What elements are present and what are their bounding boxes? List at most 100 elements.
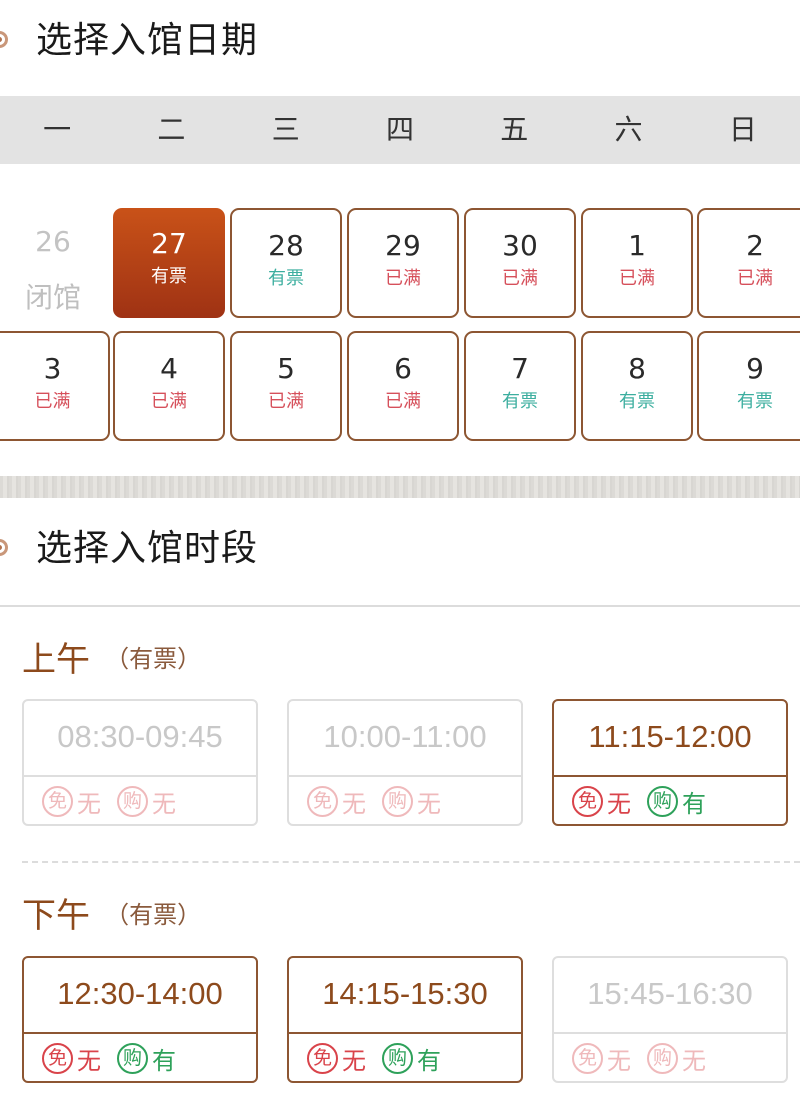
- free-ticket-value: 无: [342, 789, 366, 818]
- header-divider: [0, 605, 800, 607]
- date-status: 已满: [385, 268, 421, 289]
- date-number: 27: [151, 227, 187, 260]
- date-cell-30[interactable]: 30 已满: [464, 208, 576, 318]
- date-status: 已满: [151, 391, 187, 412]
- slot-divider: [289, 775, 521, 777]
- paid-ticket-icon: 购: [382, 1042, 413, 1074]
- free-ticket-value: 无: [77, 1046, 101, 1075]
- ornament-icon: [0, 539, 8, 556]
- paid-ticket-icon: 购: [117, 785, 148, 817]
- slot-quota: 免 无 购 无: [42, 783, 192, 819]
- date-cell-27-selected[interactable]: 27 有票: [113, 208, 225, 318]
- date-number: 3: [43, 352, 62, 385]
- free-ticket-icon: 免: [307, 1042, 338, 1074]
- morning-label: 上午 （有票）: [22, 632, 201, 682]
- date-status: 有票: [619, 391, 655, 412]
- time-slot-1115[interactable]: 11:15-12:00 免 无 购 有: [552, 699, 788, 826]
- date-status: 有票: [502, 391, 538, 412]
- free-ticket-value: 无: [77, 789, 101, 818]
- date-status: 已满: [385, 391, 421, 412]
- ornament-icon: [0, 31, 8, 48]
- slot-divider: [554, 1032, 786, 1034]
- time-slot-1415[interactable]: 14:15-15:30 免 无 购 有: [287, 956, 523, 1083]
- slot-divider: [554, 775, 786, 777]
- paid-ticket-value: 有: [682, 789, 706, 818]
- free-ticket-icon: 免: [42, 785, 73, 817]
- date-number: 29: [385, 229, 421, 262]
- period-divider: [22, 861, 800, 863]
- date-number: 2: [746, 229, 764, 262]
- slot-time: 10:00-11:00: [323, 719, 487, 754]
- date-status: 有票: [151, 266, 187, 287]
- date-number: 5: [277, 352, 295, 385]
- time-slot-1230[interactable]: 12:30-14:00 免 无 购 有: [22, 956, 258, 1083]
- slot-quota: 免 无 购 有: [307, 1040, 457, 1076]
- date-cell-7[interactable]: 7 有票: [464, 331, 576, 441]
- period-name: 上午: [22, 640, 90, 680]
- date-status: 已满: [268, 391, 304, 412]
- weekday-label: 日: [728, 113, 757, 146]
- weekday-header: 一 二 三 四 五 六 日: [0, 96, 800, 164]
- date-cell-29[interactable]: 29 已满: [347, 208, 459, 318]
- date-cell-3[interactable]: 3 已满: [0, 331, 110, 441]
- paid-ticket-value: 无: [417, 789, 441, 818]
- date-number: 9: [746, 352, 764, 385]
- weekday-label: 五: [500, 113, 529, 146]
- paid-ticket-value: 无: [682, 1046, 706, 1075]
- date-status: 已满: [34, 391, 71, 412]
- date-status: 已满: [737, 268, 773, 289]
- weekday-label: 四: [385, 113, 414, 146]
- paid-ticket-icon: 购: [647, 1042, 678, 1074]
- time-section-header: 选择入馆时段: [0, 508, 800, 590]
- date-status: 有票: [737, 391, 773, 412]
- time-section-title: 选择入馆时段: [36, 528, 259, 569]
- slot-divider: [289, 1032, 521, 1034]
- time-slot-0830[interactable]: 08:30-09:45 免 无 购 无: [22, 699, 258, 826]
- paid-ticket-value: 有: [417, 1046, 441, 1075]
- section-divider: [0, 476, 800, 498]
- free-ticket-value: 无: [607, 1046, 631, 1075]
- date-number: 30: [502, 229, 538, 262]
- slot-time: 12:30-14:00: [57, 976, 223, 1011]
- slot-time: 11:15-12:00: [588, 719, 752, 754]
- slot-divider: [24, 775, 256, 777]
- date-number: 6: [394, 352, 412, 385]
- date-section-header: 选择入馆日期: [0, 0, 800, 82]
- free-ticket-value: 无: [342, 1046, 366, 1075]
- paid-ticket-icon: 购: [647, 785, 678, 817]
- time-slot-1000[interactable]: 10:00-11:00 免 无 购 无: [287, 699, 523, 826]
- slot-divider: [24, 1032, 256, 1034]
- time-slot-1545[interactable]: 15:45-16:30 免 无 购 无: [552, 956, 788, 1083]
- free-ticket-icon: 免: [572, 1042, 603, 1074]
- paid-ticket-icon: 购: [117, 1042, 148, 1074]
- slot-quota: 免 无 购 无: [307, 783, 457, 819]
- paid-ticket-icon: 购: [382, 785, 413, 817]
- date-number: 4: [160, 352, 178, 385]
- date-status: 已满: [502, 268, 538, 289]
- date-cell-28[interactable]: 28 有票: [230, 208, 342, 318]
- weekday-label: 一: [43, 113, 72, 146]
- slot-time: 15:45-16:30: [587, 976, 753, 1011]
- period-status: （有票）: [105, 645, 202, 673]
- afternoon-label: 下午 （有票）: [22, 888, 201, 938]
- date-cell-2[interactable]: 2 已满: [697, 208, 800, 318]
- date-status: 闭馆: [24, 281, 81, 314]
- date-number: 8: [628, 352, 646, 385]
- weekday-label: 三: [271, 113, 300, 146]
- weekday-label: 六: [614, 113, 643, 146]
- period-name: 下午: [22, 896, 90, 936]
- date-cell-5[interactable]: 5 已满: [230, 331, 342, 441]
- date-cell-1[interactable]: 1 已满: [581, 208, 693, 318]
- free-ticket-value: 无: [607, 789, 631, 818]
- date-number: 28: [268, 229, 304, 262]
- date-cell-8[interactable]: 8 有票: [581, 331, 693, 441]
- date-cell-6[interactable]: 6 已满: [347, 331, 459, 441]
- slot-time: 14:15-15:30: [322, 976, 488, 1011]
- date-cell-26: 26 闭馆: [0, 208, 109, 318]
- date-section-title: 选择入馆日期: [36, 20, 259, 61]
- date-status: 已满: [619, 268, 655, 289]
- weekday-label: 二: [157, 113, 186, 146]
- date-cell-9[interactable]: 9 有票: [697, 331, 800, 441]
- free-ticket-icon: 免: [307, 785, 338, 817]
- date-cell-4[interactable]: 4 已满: [113, 331, 225, 441]
